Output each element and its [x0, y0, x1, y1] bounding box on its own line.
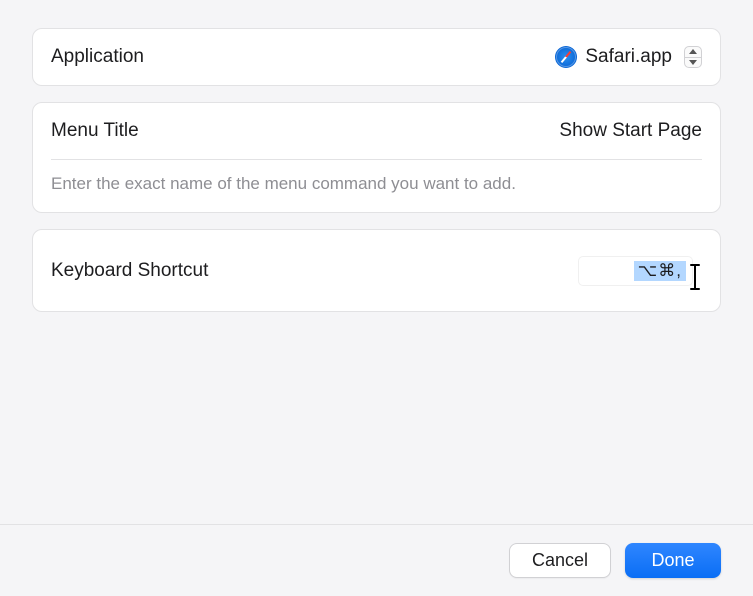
chevron-down-icon: [685, 58, 701, 68]
menu-title-helper: Enter the exact name of the menu command…: [51, 174, 516, 193]
application-row: Application Safari.app: [33, 29, 720, 85]
text-cursor-icon: [688, 264, 702, 295]
menu-title-label: Menu Title: [51, 120, 139, 142]
keyboard-shortcut-row: Keyboard Shortcut ⌥⌘,: [33, 230, 720, 311]
cancel-button[interactable]: Cancel: [509, 543, 611, 578]
keyboard-shortcut-field[interactable]: ⌥⌘,: [579, 246, 702, 295]
application-label: Application: [51, 46, 144, 68]
application-value: Safari.app: [585, 46, 672, 68]
stepper-icon[interactable]: [684, 46, 702, 68]
menu-title-value[interactable]: Show Start Page: [559, 120, 702, 142]
menu-title-row: Menu Title Show Start Page: [33, 103, 720, 159]
application-card: Application Safari.app: [32, 28, 721, 86]
done-button[interactable]: Done: [625, 543, 721, 578]
dialog-footer: Cancel Done: [0, 524, 753, 596]
menu-title-helper-row: Enter the exact name of the menu command…: [33, 160, 720, 212]
safari-icon: [555, 46, 577, 68]
chevron-up-icon: [685, 47, 701, 58]
keyboard-shortcut-input[interactable]: ⌥⌘,: [579, 257, 692, 285]
keyboard-shortcut-value: ⌥⌘,: [634, 261, 686, 281]
keyboard-shortcut-label: Keyboard Shortcut: [51, 260, 208, 282]
keyboard-shortcut-card: Keyboard Shortcut ⌥⌘,: [32, 229, 721, 312]
dialog-content: Application Safari.app Menu Title: [0, 0, 753, 524]
menu-title-card: Menu Title Show Start Page Enter the exa…: [32, 102, 721, 213]
application-selector[interactable]: Safari.app: [555, 46, 702, 68]
